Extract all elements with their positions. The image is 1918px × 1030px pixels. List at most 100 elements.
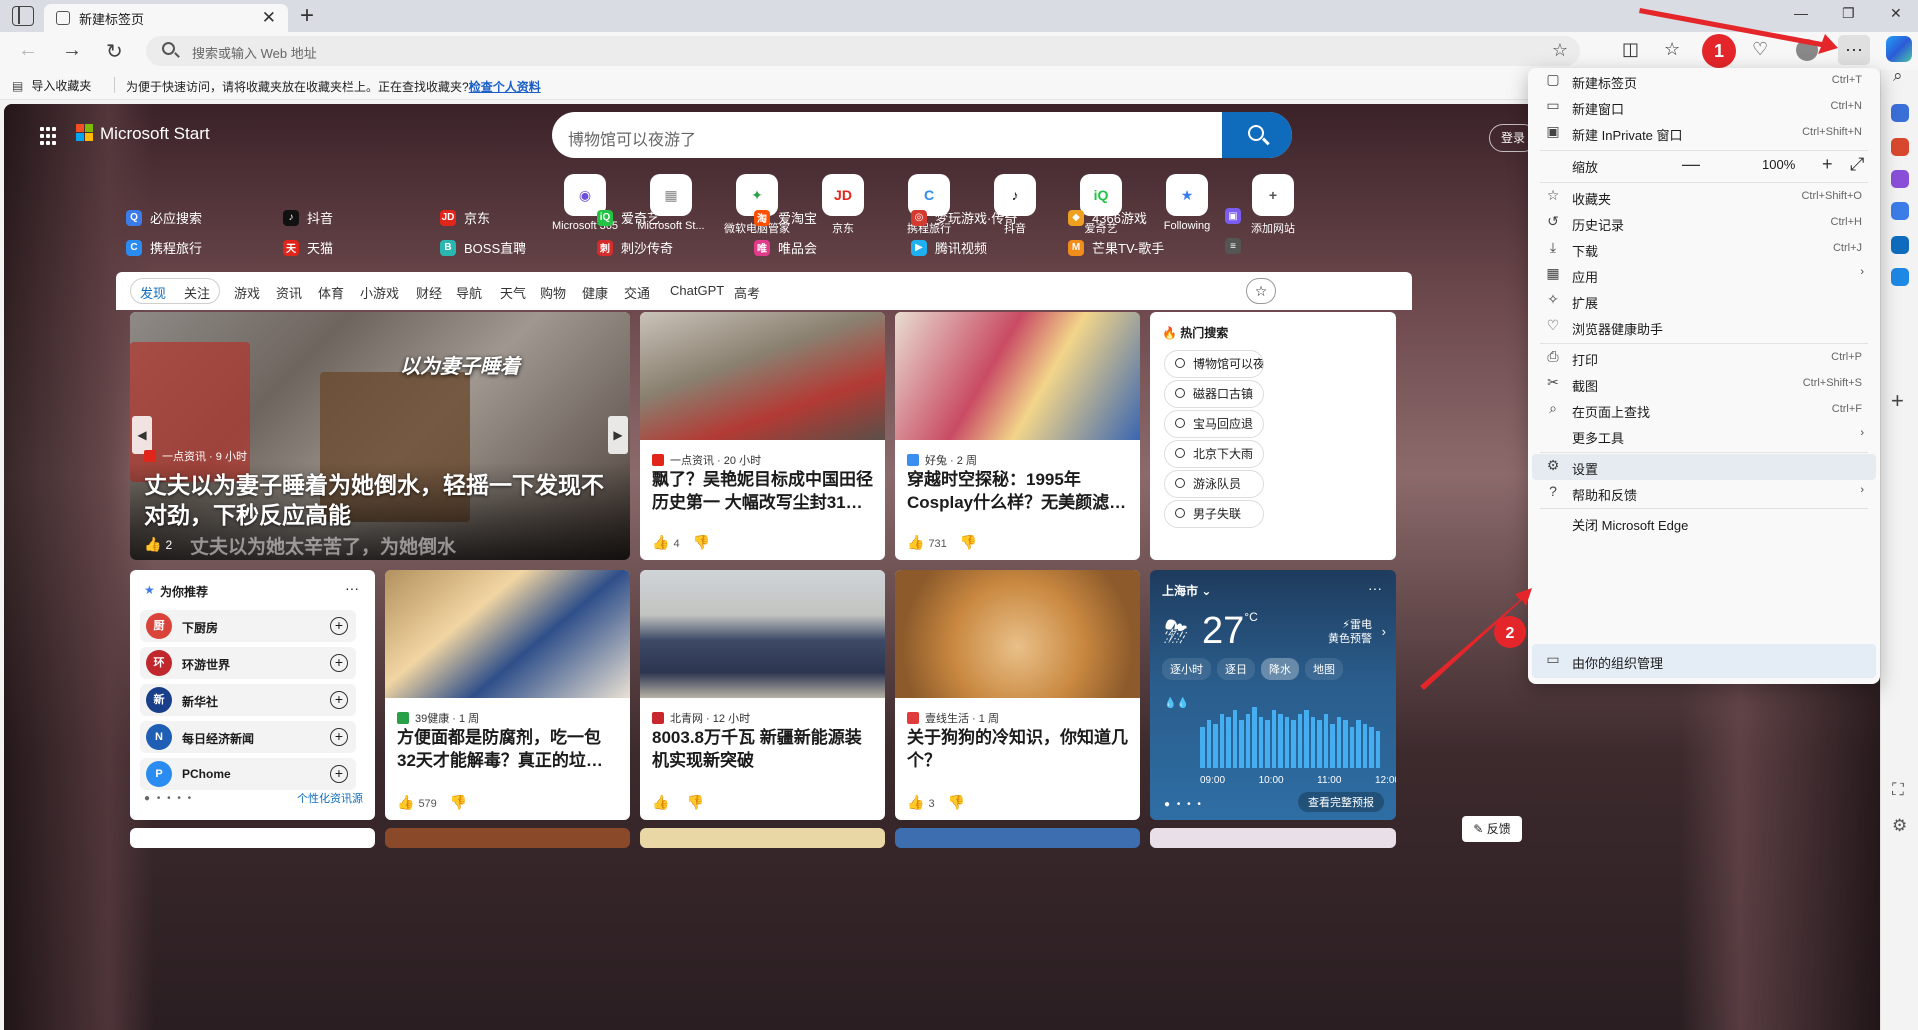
hero-likes[interactable]: 👍 2 (144, 536, 172, 553)
menu-item-14[interactable]: ⚙ 设置 (1532, 454, 1876, 480)
news-card-cosplay[interactable]: 好兔 · 2 周 穿越时空探秘：1995年Cosplay什么样？无美颜滤镜… 👍… (895, 312, 1140, 560)
menu-item-3[interactable]: 缩放 — 100% + ⤢ (1532, 152, 1876, 178)
card-title[interactable]: 飘了？吴艳妮目标成中国田径历史第一 大幅改写尘封31年… (652, 468, 873, 514)
sidebar-m365-icon[interactable] (1891, 202, 1909, 220)
recommend-item[interactable]: 环环游世界 + (140, 647, 356, 679)
menu-item-8[interactable]: ✧ 扩展 (1532, 288, 1876, 314)
address-bar[interactable]: 搜索或输入 Web 地址 ☆ (146, 36, 1580, 66)
browser-essentials-icon[interactable]: ♡ (1752, 39, 1768, 60)
sidebar-games-icon[interactable] (1891, 170, 1909, 188)
minimize-button[interactable]: — (1794, 5, 1808, 21)
check-profile-link[interactable]: 检查个人资料 (469, 80, 541, 94)
feed-tab-1[interactable]: 关注 (184, 283, 210, 302)
sidebar-send-icon[interactable] (1891, 268, 1909, 286)
back-icon[interactable]: ← (18, 39, 38, 62)
feed-tab-5[interactable]: 小游戏 (360, 283, 399, 302)
menu-item-6[interactable]: ⤓ 下载 Ctrl+J (1532, 236, 1876, 262)
feed-tab-0[interactable]: 发现 (140, 283, 166, 302)
card-likes[interactable]: 👍 731 👎 (907, 534, 981, 551)
hot-link[interactable]: M 芒果TV-歌手 (1068, 238, 1164, 257)
sidebar-screenshot-icon[interactable]: ⛶ (1892, 780, 1904, 800)
sidebar-settings-icon[interactable]: ⚙ (1892, 816, 1907, 836)
hot-search-item[interactable]: 男子失联 (1164, 500, 1264, 528)
feed-tab-2[interactable]: 游戏 (234, 283, 260, 302)
feedback-button[interactable]: ✎ 反馈 (1462, 816, 1522, 842)
close-window-button[interactable]: ✕ (1890, 5, 1902, 22)
weather-next-icon[interactable]: › (1382, 624, 1386, 639)
hero-card[interactable]: 以为妻子睡着 ◀ ▶ 一点资讯 · 9 小时 丈夫以为妻子睡着为她倒水，轻摇一下… (130, 312, 630, 560)
import-favorites-button[interactable]: 导入收藏夹 (12, 77, 91, 94)
feed-tab-4[interactable]: 体育 (318, 283, 344, 302)
hot-link[interactable]: iQ 爱奇艺 (597, 208, 660, 227)
hot-link[interactable]: Q 必应搜索 (126, 208, 202, 227)
card-likes[interactable]: 👍 4 👎 (652, 534, 714, 551)
weather-tab[interactable]: 逐日 (1217, 658, 1255, 680)
personalize-link[interactable]: 个性化资讯源 (297, 790, 363, 806)
menu-item-17[interactable]: ▭ 由你的组织管理 (1532, 648, 1876, 674)
menu-item-15[interactable]: ? 帮助和反馈 › (1532, 480, 1876, 506)
recommend-item[interactable]: 厨下厨房 + (140, 610, 356, 642)
web-search-box[interactable]: 博物馆可以夜游了 (552, 112, 1292, 158)
feed-tab-11[interactable]: 交通 (624, 283, 650, 302)
hot-link[interactable]: ◎ 梦玩游戏·传奇 (911, 208, 1017, 227)
web-search-button[interactable] (1222, 112, 1292, 158)
menu-item-4[interactable]: ☆ 收藏夹 Ctrl+Shift+O (1532, 184, 1876, 210)
menu-item-7[interactable]: ▦ 应用 › (1532, 262, 1876, 288)
card-title[interactable]: 穿越时空探秘：1995年Cosplay什么样？无美颜滤镜… (907, 468, 1128, 514)
menu-item-1[interactable]: ▭ 新建窗口 Ctrl+N (1532, 94, 1876, 120)
hot-link[interactable]: C 携程旅行 (126, 238, 202, 257)
refresh-icon[interactable]: ↻ (106, 39, 123, 64)
zoom-out-button[interactable]: — (1682, 154, 1700, 175)
follow-add-button[interactable]: + (330, 654, 348, 672)
weather-tab[interactable]: 降水 (1261, 658, 1299, 680)
tab-new-tab[interactable]: 新建标签页 ✕ (44, 4, 288, 32)
news-card-solar[interactable]: 北青网 · 12 小时 8003.8万千瓦 新疆新能源装机实现新突破 👍 👎 (640, 570, 885, 820)
hot-search-item[interactable]: 北京下大雨 (1164, 440, 1264, 468)
weather-more-icon[interactable]: ··· (1368, 580, 1382, 596)
follow-add-button[interactable]: + (330, 728, 348, 746)
card-likes[interactable]: 👍 👎 (652, 794, 708, 811)
sidebar-tag-icon[interactable] (1891, 104, 1909, 122)
hot-search-item[interactable]: 博物馆可以夜游了 (1164, 350, 1264, 378)
hot-link[interactable]: JD 京东 (440, 208, 490, 227)
card-likes[interactable]: 👍 3 👎 (907, 794, 969, 811)
split-screen-icon[interactable]: ◫ (1622, 39, 1639, 60)
hot-link[interactable]: ◆ 4366游戏 (1068, 208, 1147, 227)
weather-card[interactable]: 上海市 ⌄ ··· ⛈ 27°C ⚡雷电 黄色预警 › 逐小时 逐日 降水 地图 💧💧 … (1150, 570, 1396, 820)
full-forecast-link[interactable]: 查看完整预报 (1298, 792, 1384, 812)
follow-add-button[interactable]: + (330, 617, 348, 635)
tab-actions-icon[interactable] (12, 6, 34, 26)
menu-item-5[interactable]: ↺ 历史记录 Ctrl+H (1532, 210, 1876, 236)
feed-tab-9[interactable]: 购物 (540, 283, 566, 302)
hot-link[interactable]: 唯唯品会 (754, 238, 817, 257)
hot-link[interactable]: 淘爱淘宝 (754, 208, 817, 227)
feed-tab-10[interactable]: 健康 (582, 283, 608, 302)
hot-search-item[interactable]: 游泳队员 (1164, 470, 1264, 498)
weather-pager[interactable]: ● • • • (1164, 799, 1203, 810)
forward-icon[interactable]: → (62, 39, 82, 62)
menu-item-12[interactable]: ⌕ 在页面上查找 Ctrl+F (1532, 397, 1876, 423)
news-card-dog[interactable]: 壹线生活 · 1 周 关于狗狗的冷知识，你知道几个？ 👍 3 👎 (895, 570, 1140, 820)
card-title[interactable]: 8003.8万千瓦 新疆新能源装机实现新突破 (652, 726, 873, 772)
zoom-in-button[interactable]: + (1822, 154, 1833, 175)
hot-link[interactable]: B BOSS直聘 (440, 238, 526, 257)
sidebar-outlook-icon[interactable] (1891, 236, 1909, 254)
menu-item-2[interactable]: ▣ 新建 InPrivate 窗口 Ctrl+Shift+N (1532, 120, 1876, 146)
menu-item-10[interactable]: ⎙ 打印 Ctrl+P (1532, 345, 1876, 371)
recommend-item[interactable]: N 每日经济新闻 + (140, 721, 356, 753)
brand-title[interactable]: Microsoft Start (100, 124, 210, 144)
feed-tab-7[interactable]: 导航 (456, 283, 482, 302)
app-launcher-icon[interactable] (40, 126, 58, 145)
favorites-icon[interactable]: ☆ (1664, 39, 1680, 60)
recommend-pager[interactable]: ● • • • • (144, 793, 193, 804)
weather-tab[interactable]: 地图 (1305, 658, 1343, 680)
settings-more-button[interactable]: ··· (1838, 35, 1870, 65)
menu-item-9[interactable]: ♡ 浏览器健康助手 (1532, 314, 1876, 340)
feed-tab-6[interactable]: 财经 (416, 283, 442, 302)
hero-title[interactable]: 丈夫以为妻子睡着为她倒水，轻摇一下发现不对劲，下秒反应高能 (144, 470, 614, 530)
card-likes[interactable]: 👍 579 👎 (397, 794, 471, 811)
feed-tab-8[interactable]: 天气 (500, 283, 526, 302)
recommend-item[interactable]: P PChome + (140, 758, 356, 790)
feed-settings-icon[interactable]: ☆ (1246, 278, 1276, 304)
feed-tab-12[interactable]: ChatGPT (670, 283, 724, 298)
